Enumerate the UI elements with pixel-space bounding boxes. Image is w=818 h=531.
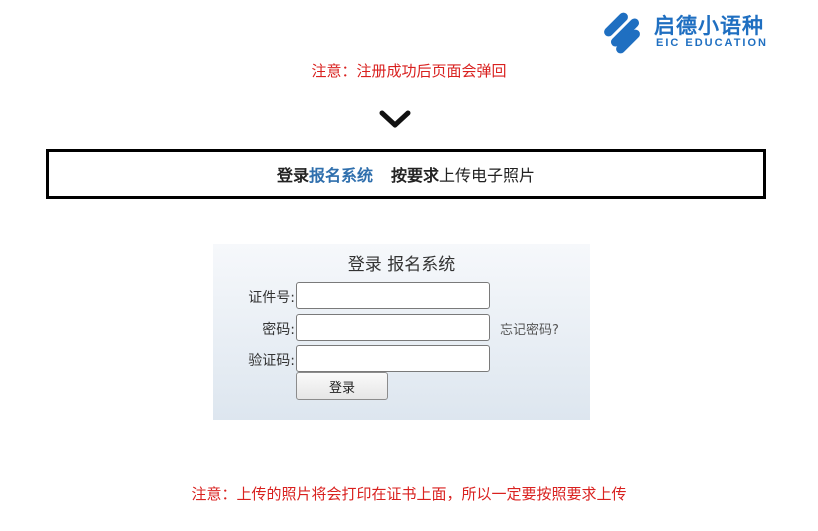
- login-title: 登录 报名系统: [347, 255, 456, 275]
- banner-step-require: 按要求: [391, 166, 440, 185]
- id-number-input[interactable]: [296, 282, 490, 309]
- banner-system-name: 报名系统: [308, 166, 373, 185]
- password-input[interactable]: [296, 314, 490, 341]
- banner-step-login: 登录: [276, 166, 309, 185]
- eic-logo: 启德小语种 EIC EDUCATION: [598, 6, 788, 54]
- banner-step-upload: 上传电子照片: [439, 166, 536, 185]
- notice-bottom: 注意：上传的照片将会打印在证书上面，所以一定要按照要求上传: [191, 485, 627, 503]
- logo-name-cn: 启德小语种: [654, 14, 764, 38]
- id-number-label: 证件号:: [248, 290, 295, 306]
- captcha-input[interactable]: [296, 345, 490, 372]
- eic-logo-icon: [604, 12, 640, 54]
- password-label: 密码:: [262, 322, 295, 338]
- login-button[interactable]: 登录: [296, 372, 388, 400]
- captcha-label: 验证码:: [248, 353, 295, 369]
- login-panel: 登录 报名系统 证件号: 密码: 忘记密码? 验证码: 登录: [213, 244, 590, 420]
- chevron-down-icon: [379, 110, 411, 128]
- steps-banner: 登录 报名系统 按要求 上传电子照片: [46, 149, 766, 199]
- notice-top: 注意：注册成功后页面会弹回: [311, 62, 507, 80]
- logo-name-en: EIC EDUCATION: [656, 37, 768, 49]
- forgot-password-link[interactable]: 忘记密码?: [500, 319, 559, 338]
